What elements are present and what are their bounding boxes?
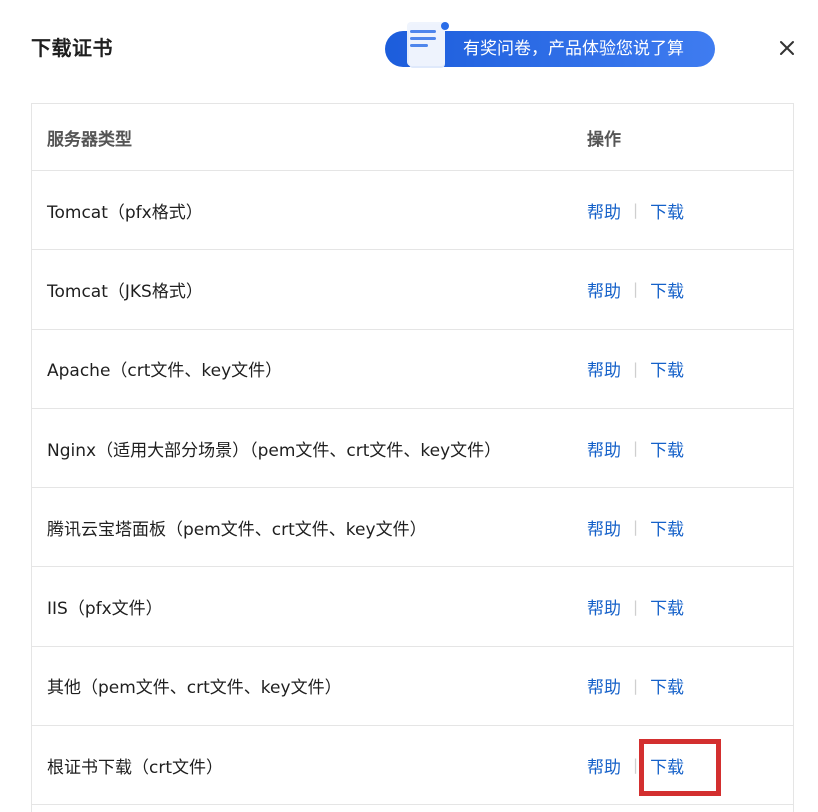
table-row: Apache（crt文件、key文件） 帮助 | 下载 <box>32 330 793 409</box>
close-icon[interactable] <box>775 36 799 60</box>
link-separator: | <box>633 518 639 537</box>
server-type-label: 根证书下载（crt文件） <box>47 757 224 778</box>
server-type-label: Tomcat（JKS格式） <box>47 281 203 302</box>
operation-cell: 帮助 | 下载 <box>587 171 684 249</box>
download-link[interactable]: 下载 <box>650 277 684 302</box>
header-server-type: 服务器类型 <box>47 129 132 150</box>
download-certificate-dialog: 下载证书 有奖问卷，产品体验您说了算 服务器类型 操作 Tomcat（pfx格式… <box>0 0 818 812</box>
help-link[interactable]: 帮助 <box>587 673 621 698</box>
table-row: Nginx（适用大部分场景）（pem文件、crt文件、key文件） 帮助 | 下载 <box>32 409 793 489</box>
link-separator: | <box>633 439 639 458</box>
link-separator: | <box>633 597 639 616</box>
download-link[interactable]: 下载 <box>650 356 684 381</box>
link-separator: | <box>633 280 639 299</box>
link-separator: | <box>633 359 639 378</box>
header-operation: 操作 <box>587 129 621 150</box>
table-row: Tomcat（JKS格式） 帮助 | 下载 <box>32 250 793 330</box>
server-type-label: IIS（pfx文件） <box>47 599 163 620</box>
server-type-table: 服务器类型 操作 Tomcat（pfx格式） 帮助 | 下载 Tomcat（JKS格式）… <box>31 103 794 812</box>
table-row: 腾讯云宝塔面板（pem文件、crt文件、key文件） 帮助 | 下载 <box>32 488 793 568</box>
operation-cell: 帮助 | 下载 <box>587 567 684 645</box>
help-link[interactable]: 帮助 <box>587 515 621 540</box>
server-type-label: Apache（crt文件、key文件） <box>47 361 283 382</box>
server-type-label: 其他（pem文件、crt文件、key文件） <box>47 678 342 699</box>
server-type-label: 腾讯云宝塔面板（pem文件、crt文件、key文件） <box>47 519 427 540</box>
help-link[interactable]: 帮助 <box>587 198 621 223</box>
download-link[interactable]: 下载 <box>650 198 684 223</box>
table-row: IIS（pfx文件） 帮助 | 下载 <box>32 567 793 647</box>
help-link[interactable]: 帮助 <box>587 753 621 778</box>
server-type-label: Nginx（适用大部分场景）（pem文件、crt文件、key文件） <box>47 440 502 461</box>
operation-cell: 帮助 | 下载 <box>587 250 684 328</box>
download-link[interactable]: 下载 <box>650 753 684 778</box>
help-link[interactable]: 帮助 <box>587 356 621 381</box>
table-header-row: 服务器类型 操作 <box>32 104 793 171</box>
table-body: Tomcat（pfx格式） 帮助 | 下载 Tomcat（JKS格式） 帮助 | 下载 Apac… <box>32 171 793 806</box>
server-type-label: Tomcat（pfx格式） <box>47 202 203 223</box>
download-link[interactable]: 下载 <box>650 436 684 461</box>
download-link[interactable]: 下载 <box>650 673 684 698</box>
help-link[interactable]: 帮助 <box>587 277 621 302</box>
link-separator: | <box>633 676 639 695</box>
table-row: 其他（pem文件、crt文件、key文件） 帮助 | 下载 <box>32 647 793 727</box>
download-link[interactable]: 下载 <box>650 594 684 619</box>
operation-cell: 帮助 | 下载 <box>587 726 684 804</box>
survey-document-icon <box>407 22 449 68</box>
link-separator: | <box>633 201 639 220</box>
dialog-title: 下载证书 <box>31 36 113 60</box>
link-separator: | <box>633 756 639 775</box>
operation-cell: 帮助 | 下载 <box>587 409 684 487</box>
survey-banner-text: 有奖问卷，产品体验您说了算 <box>463 39 684 59</box>
table-row: 根证书下载（crt文件） 帮助 | 下载 <box>32 726 793 806</box>
table-row: Tomcat（pfx格式） 帮助 | 下载 <box>32 171 793 251</box>
operation-cell: 帮助 | 下载 <box>587 647 684 725</box>
operation-cell: 帮助 | 下载 <box>587 330 684 408</box>
download-link[interactable]: 下载 <box>650 515 684 540</box>
help-link[interactable]: 帮助 <box>587 594 621 619</box>
help-link[interactable]: 帮助 <box>587 436 621 461</box>
operation-cell: 帮助 | 下载 <box>587 488 684 566</box>
